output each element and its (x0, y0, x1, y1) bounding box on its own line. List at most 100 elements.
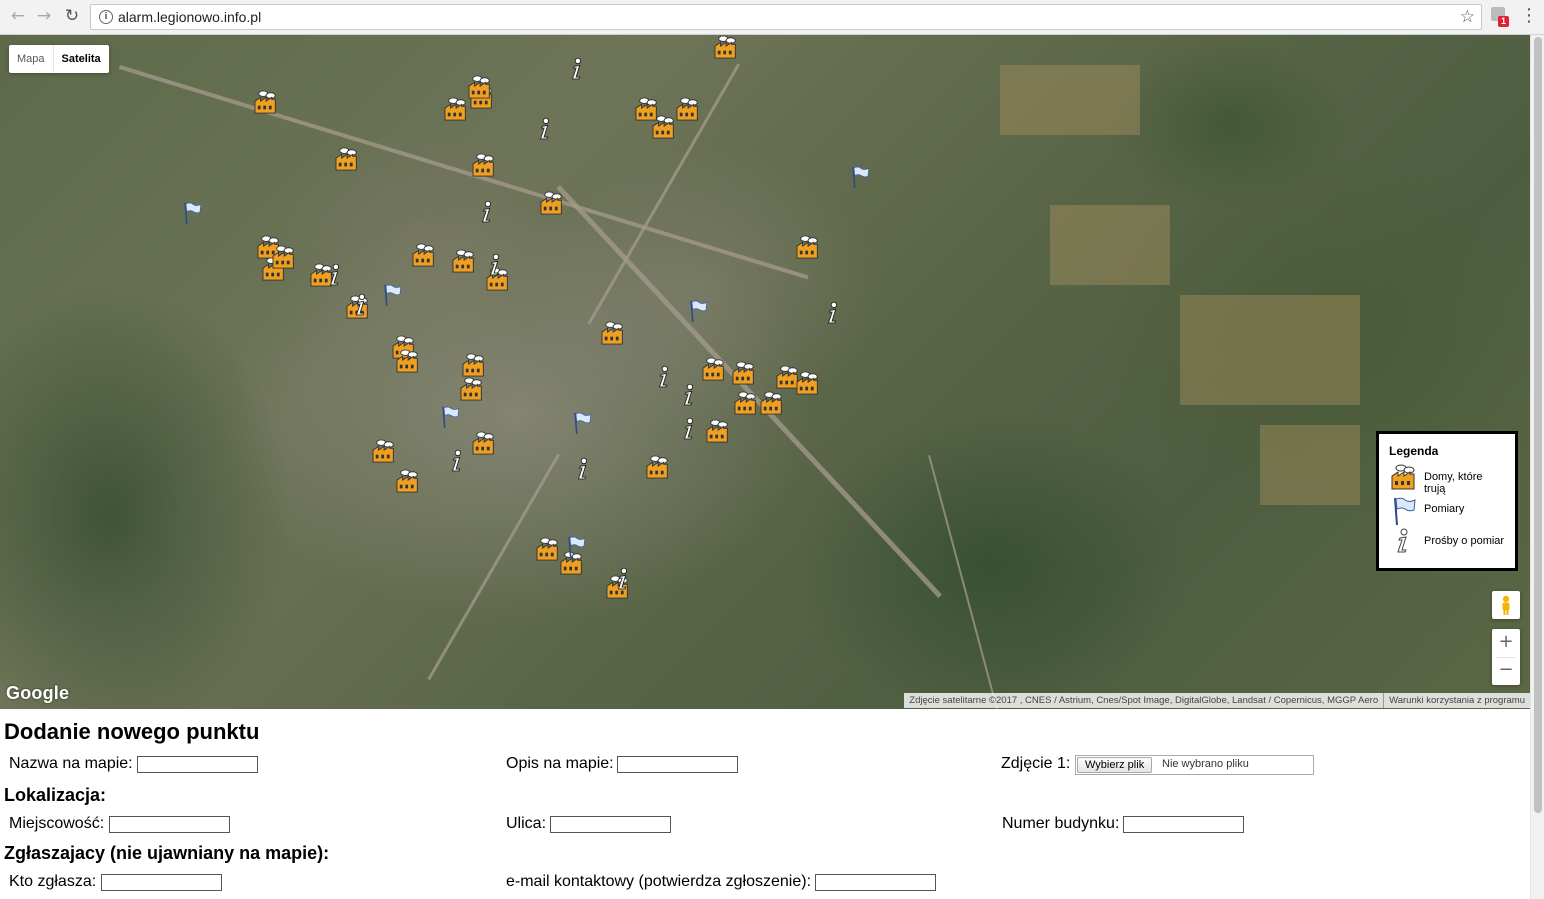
factory-marker[interactable] (272, 245, 298, 269)
factory-icon (272, 245, 294, 269)
flag-marker[interactable] (688, 295, 708, 327)
factory-marker[interactable] (472, 431, 498, 455)
factory-marker[interactable] (714, 35, 740, 59)
building-number-input[interactable] (1123, 816, 1244, 833)
info-marker[interactable] (352, 293, 368, 317)
info-marker[interactable] (536, 117, 552, 141)
factory-marker[interactable] (396, 349, 422, 373)
flag-marker[interactable] (566, 531, 586, 563)
factory-marker[interactable] (452, 249, 478, 273)
info-icon (329, 263, 340, 286)
map-field (1260, 425, 1360, 505)
info-icon (683, 417, 694, 440)
info-icon (539, 117, 550, 140)
city-input[interactable] (109, 816, 230, 833)
reporter-input[interactable] (101, 874, 222, 891)
info-marker[interactable] (568, 57, 584, 81)
flag-icon (442, 406, 460, 429)
factory-marker[interactable] (462, 353, 488, 377)
map-type-satellite-button[interactable]: Satelita (52, 45, 109, 73)
info-marker[interactable] (680, 383, 696, 407)
factory-marker[interactable] (540, 191, 566, 215)
photo-file-input[interactable]: Wybierz plik Nie wybrano pliku (1075, 755, 1314, 775)
kebab-menu-icon[interactable]: ⋮ (1520, 6, 1538, 26)
factory-marker[interactable] (396, 469, 422, 493)
zoom-in-button[interactable]: + (1492, 629, 1520, 657)
factory-marker[interactable] (372, 439, 398, 463)
factory-marker[interactable] (760, 391, 786, 415)
legend-label-flag: Pomiary (1424, 503, 1465, 515)
extension-badge: 1 (1498, 16, 1510, 27)
info-icon (489, 253, 500, 276)
map-type-control: Mapa Satelita (9, 45, 109, 73)
factory-marker[interactable] (796, 371, 822, 395)
factory-marker[interactable] (796, 235, 822, 259)
flag-marker[interactable] (382, 279, 402, 311)
factory-icon (676, 97, 698, 121)
factory-icon (732, 361, 754, 385)
factory-marker[interactable] (468, 75, 494, 99)
street-label: Ulica: (506, 815, 547, 832)
scrollbar-thumb[interactable] (1534, 37, 1542, 813)
factory-marker[interactable] (460, 377, 486, 401)
map-attribution: Zdjęcie satelitarne ©2017 , CNES / Astri… (904, 693, 1530, 708)
factory-marker[interactable] (536, 537, 562, 561)
flag-marker[interactable] (572, 407, 592, 439)
satellite-map[interactable]: Mapa Satelita Legenda Domy, które trują … (0, 35, 1530, 709)
flag-marker[interactable] (182, 197, 202, 229)
info-marker[interactable] (824, 301, 840, 325)
street-input[interactable] (550, 816, 671, 833)
factory-marker[interactable] (734, 391, 760, 415)
name-input[interactable] (137, 756, 258, 773)
terms-link[interactable]: Warunki korzystania z programu (1383, 693, 1530, 708)
flag-marker[interactable] (440, 401, 460, 433)
factory-marker[interactable] (335, 147, 361, 171)
factory-marker[interactable] (706, 419, 732, 443)
factory-marker[interactable] (652, 115, 678, 139)
map-field (1180, 295, 1360, 405)
add-point-form: Dodanie nowego punktu Nazwa na mapie: Op… (0, 709, 1530, 899)
reload-icon[interactable]: ↻ (62, 6, 82, 26)
factory-icon (601, 321, 623, 345)
factory-marker[interactable] (472, 153, 498, 177)
info-marker[interactable] (655, 365, 671, 389)
email-input[interactable] (815, 874, 936, 891)
map-type-map-button[interactable]: Mapa (9, 45, 53, 73)
factory-marker[interactable] (254, 90, 280, 114)
legend-label-info: Prośby o pomiar (1424, 535, 1505, 547)
url-text[interactable]: alarm.legionowo.info.pl (118, 9, 261, 25)
arrow-right-icon[interactable]: → (34, 6, 54, 26)
factory-marker[interactable] (601, 321, 627, 345)
factory-marker[interactable] (732, 361, 758, 385)
flag-icon (690, 300, 708, 323)
flag-icon (384, 284, 402, 307)
page-scrollbar[interactable] (1530, 35, 1544, 899)
factory-marker[interactable] (444, 97, 470, 121)
google-logo[interactable]: Google (6, 683, 69, 704)
info-marker[interactable] (614, 567, 630, 591)
info-marker[interactable] (486, 253, 502, 277)
factory-marker[interactable] (646, 455, 672, 479)
info-marker[interactable] (574, 457, 590, 481)
bookmark-star-icon[interactable]: ☆ (1460, 7, 1475, 27)
street-view-pegman[interactable] (1492, 591, 1520, 619)
factory-marker[interactable] (702, 357, 728, 381)
info-marker[interactable] (680, 417, 696, 441)
info-circle-icon[interactable]: i (99, 10, 113, 24)
info-marker[interactable] (326, 263, 342, 287)
address-bar[interactable]: i alarm.legionowo.info.pl ☆ (90, 4, 1482, 30)
map-field (1050, 205, 1170, 285)
flag-marker[interactable] (850, 161, 870, 193)
extension-icon[interactable]: 1 (1490, 6, 1510, 27)
description-input[interactable] (617, 756, 738, 773)
factory-icon (472, 153, 494, 177)
choose-file-button[interactable]: Wybierz plik (1077, 757, 1153, 773)
description-label: Opis na mapie: (506, 755, 614, 772)
factory-marker[interactable] (676, 97, 702, 121)
info-marker[interactable] (478, 200, 494, 224)
zoom-out-button[interactable]: − (1492, 657, 1520, 685)
factory-marker[interactable] (412, 243, 438, 267)
info-marker[interactable] (448, 449, 464, 473)
legend-item-flag: Pomiary (1389, 496, 1505, 528)
arrow-left-icon[interactable]: ← (8, 6, 28, 26)
